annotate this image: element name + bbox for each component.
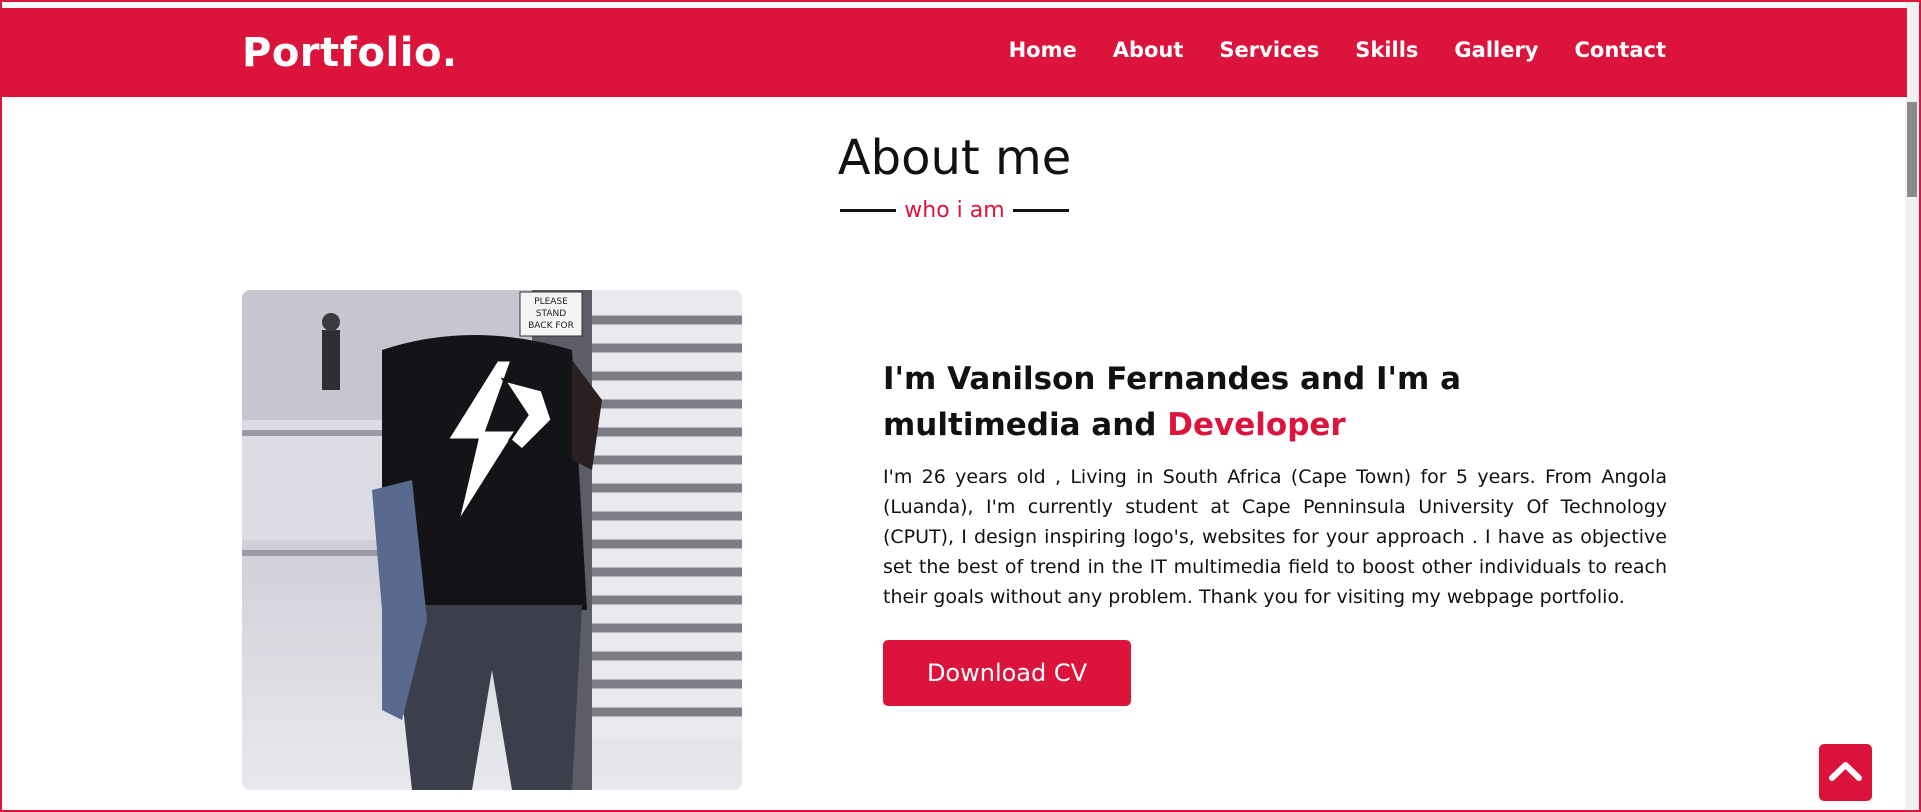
svg-text:PLEASE: PLEASE xyxy=(534,297,568,307)
logo[interactable]: Portfolio. xyxy=(242,30,458,76)
about-bio: I'm 26 years old , Living in South Afric… xyxy=(883,466,1667,608)
nav-skills[interactable]: Skills xyxy=(1355,38,1418,62)
svg-text:BACK FOR: BACK FOR xyxy=(528,321,574,331)
nav-contact[interactable]: Contact xyxy=(1575,38,1667,62)
nav-menu: Home About Services Skills Gallery Conta… xyxy=(1009,38,1666,62)
nav-about[interactable]: About xyxy=(1113,38,1184,62)
nav-gallery[interactable]: Gallery xyxy=(1454,38,1538,62)
profile-photo: PLEASE STAND BACK FOR xyxy=(242,290,742,790)
nav-home[interactable]: Home xyxy=(1009,38,1077,62)
section-subtitle: who i am xyxy=(2,198,1907,223)
download-cv-button[interactable]: Download CV xyxy=(883,640,1131,706)
subtitle-text: who i am xyxy=(904,198,1005,223)
scrollbar-thumb[interactable] xyxy=(1907,102,1917,197)
scrollbar[interactable] xyxy=(1905,2,1919,810)
subtitle-line-left xyxy=(840,209,897,212)
nav-services[interactable]: Services xyxy=(1219,38,1319,62)
svg-text:STAND: STAND xyxy=(536,309,566,319)
section-title: About me xyxy=(837,130,1072,186)
scroll-top-button[interactable] xyxy=(1819,744,1872,801)
headline-accent: Developer xyxy=(1167,407,1346,443)
about-headline: I'm Vanilson Fernandes and I'm a multime… xyxy=(883,356,1667,448)
navbar: Portfolio. Home About Services Skills Ga… xyxy=(2,8,1907,97)
chevron-up-icon xyxy=(1829,762,1862,781)
subtitle-line-right xyxy=(1012,209,1069,212)
about-content: I'm Vanilson Fernandes and I'm a multime… xyxy=(883,356,1667,706)
page: Portfolio. Home About Services Skills Ga… xyxy=(0,0,1921,812)
